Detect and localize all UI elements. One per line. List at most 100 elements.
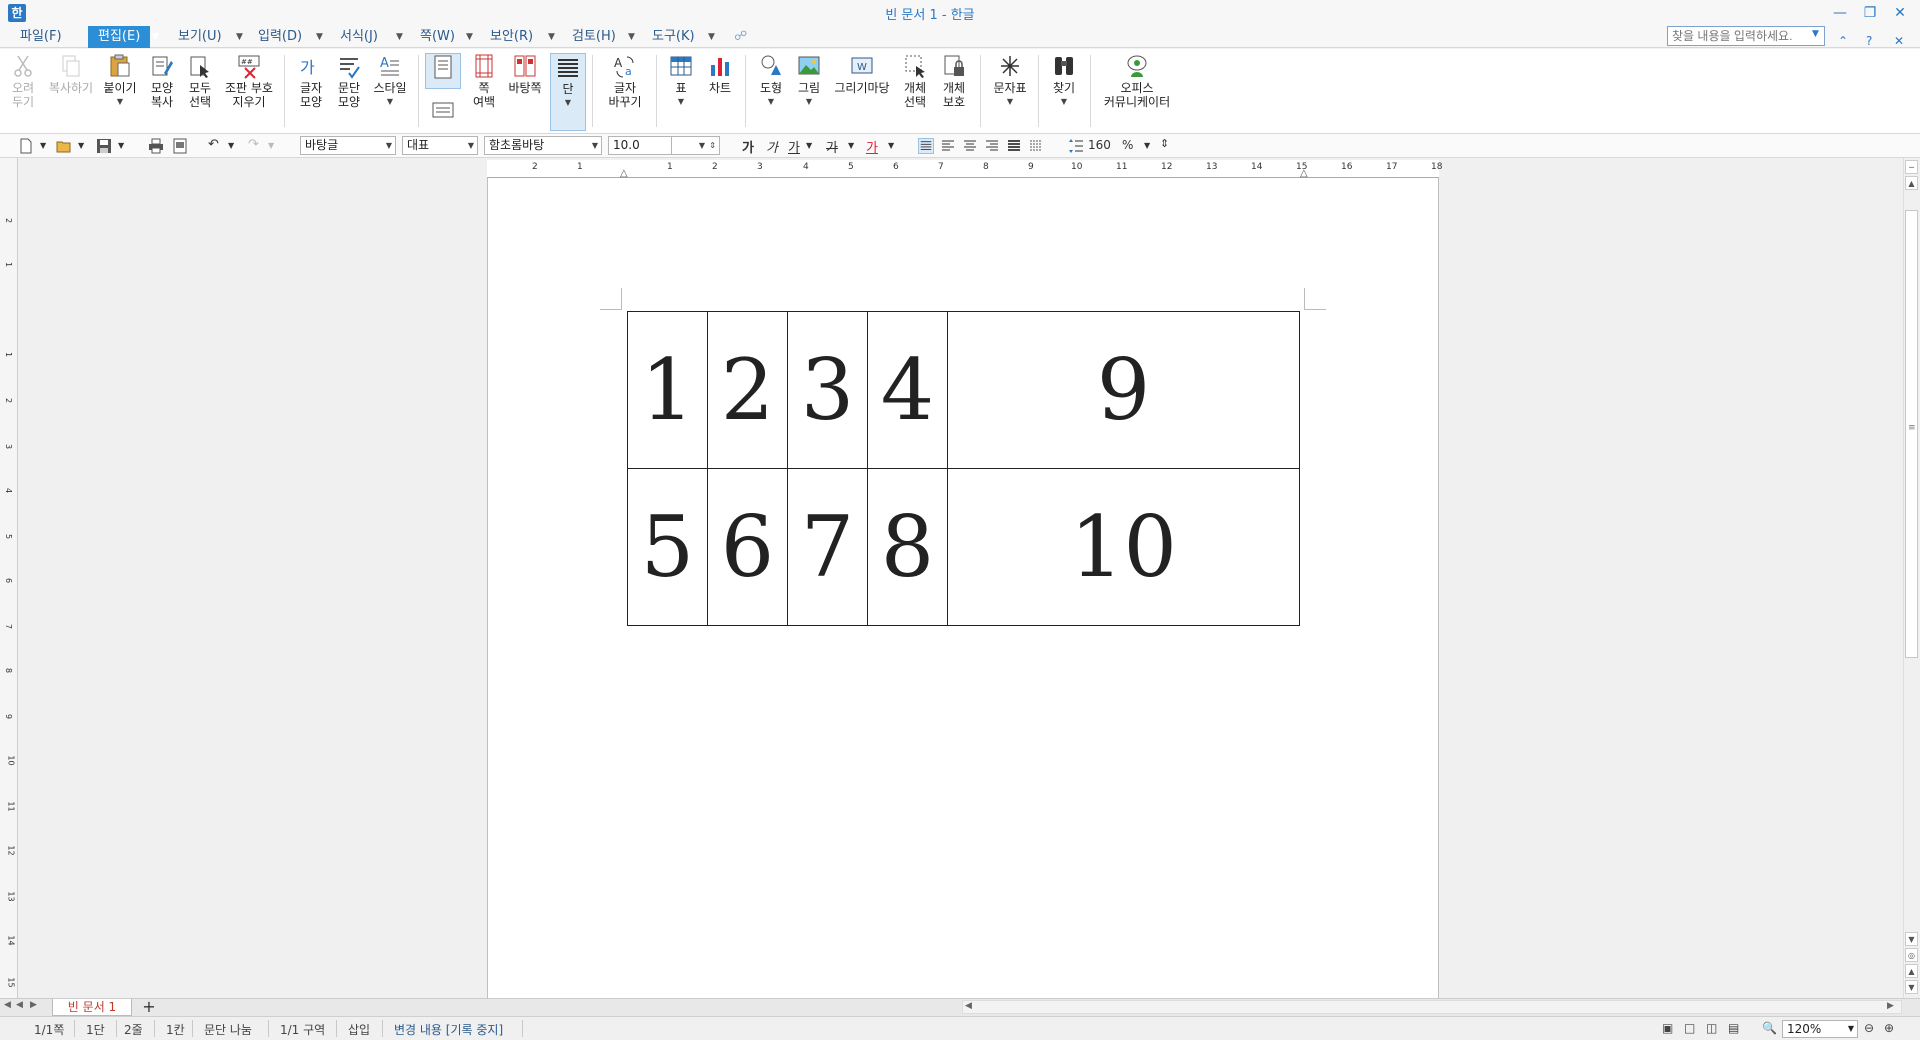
style-combo[interactable]: 바탕글 ▼ bbox=[300, 136, 396, 155]
view-two-page-icon[interactable]: ◫ bbox=[1706, 1021, 1717, 1035]
tab-document-1[interactable]: 빈 문서 1 bbox=[52, 999, 132, 1016]
shape-dropdown-icon[interactable]: ▼ bbox=[754, 95, 788, 109]
picture-button[interactable]: 그림 ▼ bbox=[792, 53, 826, 109]
close-doc-icon[interactable]: ✕ bbox=[1894, 34, 1904, 48]
menu-security[interactable]: 보안(R) bbox=[490, 26, 533, 48]
tab-next-icon[interactable]: ▶ bbox=[30, 1000, 37, 1010]
style-dropdown-icon[interactable]: ▼ bbox=[370, 95, 410, 109]
undo-dropdown-icon[interactable]: ▼ bbox=[228, 141, 234, 150]
underline-icon[interactable]: 가 bbox=[788, 137, 800, 156]
menu-edit-arrow-icon[interactable]: ▼ bbox=[152, 26, 159, 48]
menu-edit[interactable]: 편집(E) bbox=[88, 26, 151, 48]
new-document-icon[interactable] bbox=[18, 138, 34, 154]
help-search-input[interactable] bbox=[1667, 26, 1825, 46]
italic-icon[interactable]: 가 bbox=[766, 137, 778, 156]
prev-page-icon[interactable]: ▲ bbox=[1905, 964, 1918, 978]
table-cell[interactable]: 4 bbox=[867, 311, 948, 469]
align-center-icon[interactable] bbox=[962, 138, 978, 154]
split-handle-icon[interactable]: ─ bbox=[1905, 160, 1918, 174]
table-cell[interactable]: 9 bbox=[947, 311, 1300, 469]
strike-dropdown-icon[interactable]: ▼ bbox=[848, 141, 854, 150]
open-folder-icon[interactable] bbox=[56, 138, 72, 154]
line-unit-dropdown-icon[interactable]: ▼ bbox=[1144, 141, 1150, 150]
page-layout-button[interactable] bbox=[425, 53, 461, 89]
align-justify-icon[interactable] bbox=[918, 138, 934, 154]
language-combo[interactable]: 대표 ▼ bbox=[402, 136, 478, 155]
menu-format-arrow-icon[interactable]: ▼ bbox=[396, 26, 403, 48]
menu-page-arrow-icon[interactable]: ▼ bbox=[466, 26, 473, 48]
picture-dropdown-icon[interactable]: ▼ bbox=[792, 95, 826, 109]
style-button[interactable]: A 스타일 ▼ bbox=[370, 53, 410, 109]
menu-tools[interactable]: 도구(K) bbox=[652, 26, 695, 48]
para-shape-button[interactable]: 문단 모양 bbox=[332, 53, 366, 109]
redo-icon[interactable]: ↷ bbox=[248, 137, 259, 152]
columns-dropdown-icon[interactable]: ▼ bbox=[551, 96, 585, 110]
chart-button[interactable]: 차트 bbox=[704, 53, 736, 95]
menu-review[interactable]: 검토(H) bbox=[572, 26, 616, 48]
find-button[interactable]: 찾기 ▼ bbox=[1046, 53, 1082, 109]
open-dropdown-icon[interactable]: ▼ bbox=[78, 141, 84, 150]
zoom-icon[interactable]: 🔍 bbox=[1762, 1021, 1777, 1035]
drawing-button[interactable]: W 그리기마당 bbox=[830, 53, 894, 95]
add-tab-button[interactable]: + bbox=[140, 998, 158, 1016]
line-spacing-spin-icon[interactable]: ⇕ bbox=[1160, 137, 1169, 150]
restore-button[interactable]: ❐ bbox=[1856, 2, 1884, 24]
table-cell[interactable]: 7 bbox=[787, 468, 868, 626]
office-communicator-button[interactable]: 오피스 커뮤니케이터 bbox=[1098, 53, 1176, 109]
table-cell[interactable]: 2 bbox=[707, 311, 788, 469]
zoom-out-icon[interactable]: ⊖ bbox=[1864, 1021, 1874, 1035]
copy-button[interactable]: 복사하기 bbox=[44, 53, 98, 95]
table-cell[interactable]: 10 bbox=[947, 468, 1300, 626]
redo-dropdown-icon[interactable]: ▼ bbox=[268, 141, 274, 150]
menu-file[interactable]: 파일(F) bbox=[20, 26, 62, 48]
next-page-icon[interactable]: ▼ bbox=[1905, 980, 1918, 994]
scroll-up-icon[interactable]: ▲ bbox=[1905, 176, 1918, 190]
font-unit-combo[interactable]: ▼ ⇕ bbox=[672, 136, 720, 155]
link-icon[interactable]: ☍ bbox=[734, 26, 747, 48]
vertical-ruler[interactable]: 2 1 1 2 3 4 5 6 7 8 9 10 11 12 13 14 15 bbox=[0, 158, 18, 998]
save-icon[interactable] bbox=[96, 138, 112, 154]
font-color-icon[interactable]: 가 bbox=[866, 137, 878, 156]
menu-format[interactable]: 서식(J) bbox=[340, 26, 378, 48]
menu-page[interactable]: 쪽(W) bbox=[420, 26, 455, 48]
scroll-right-icon[interactable]: ▶ bbox=[1887, 1001, 1894, 1011]
help-icon[interactable]: ? bbox=[1866, 34, 1872, 48]
align-right-icon[interactable] bbox=[984, 138, 1000, 154]
distribute-icon[interactable] bbox=[1006, 138, 1022, 154]
table-cell[interactable]: 3 bbox=[787, 311, 868, 469]
table-dropdown-icon[interactable]: ▼ bbox=[666, 95, 696, 109]
status-insert[interactable]: 삽입 bbox=[348, 1021, 370, 1038]
horizontal-ruler[interactable]: 2 1 1 2 3 4 5 6 7 8 9 10 11 12 13 14 15 … bbox=[487, 160, 1442, 179]
undo-icon[interactable]: ↶ bbox=[208, 137, 219, 152]
strike-icon[interactable]: 가 bbox=[826, 137, 838, 156]
protect-object-button[interactable]: 개체 보호 bbox=[936, 53, 972, 109]
tab-prev-icon[interactable]: ◀ bbox=[16, 1000, 23, 1010]
shape-button[interactable]: 도형 ▼ bbox=[754, 53, 788, 109]
horizontal-scrollbar[interactable]: ◀ ▶ bbox=[962, 1000, 1902, 1014]
menu-security-arrow-icon[interactable]: ▼ bbox=[548, 26, 555, 48]
char-map-button[interactable]: 문자표 ▼ bbox=[988, 53, 1032, 109]
font-combo[interactable]: 함초롬바탕 ▼ bbox=[484, 136, 602, 155]
line-spacing-icon[interactable] bbox=[1068, 138, 1084, 154]
paste-dropdown-icon[interactable]: ▼ bbox=[102, 95, 138, 109]
bold-icon[interactable]: 가 bbox=[742, 137, 754, 156]
minimize-button[interactable]: — bbox=[1826, 2, 1854, 24]
status-track-changes[interactable]: 변경 내용 [기록 중지] bbox=[394, 1021, 503, 1038]
columns-button[interactable]: 단 ▼ bbox=[550, 53, 586, 131]
cut-button[interactable]: 오려 두기 bbox=[8, 53, 38, 109]
collapse-ribbon-icon[interactable]: ⌃ bbox=[1838, 34, 1848, 48]
select-all-button[interactable]: 모두 선택 bbox=[183, 53, 217, 109]
master-page-button[interactable]: 바탕쪽 bbox=[504, 53, 546, 95]
char-shape-button[interactable]: 가 글자 모양 bbox=[294, 53, 328, 109]
help-search-dropdown-icon[interactable]: ▼ bbox=[1812, 29, 1819, 39]
table-cell[interactable]: 6 bbox=[707, 468, 788, 626]
view-page-icon[interactable]: □ bbox=[1684, 1021, 1695, 1035]
scroll-down-icon[interactable]: ▼ bbox=[1905, 932, 1918, 946]
vertical-scroll-thumb[interactable]: ≡ bbox=[1905, 210, 1918, 658]
print-icon[interactable] bbox=[148, 138, 164, 154]
menu-insert[interactable]: 입력(D) bbox=[258, 26, 302, 48]
zoom-in-icon[interactable]: ⊕ bbox=[1884, 1021, 1894, 1035]
status-page[interactable]: 1/1쪽 bbox=[34, 1021, 64, 1038]
table-cell[interactable]: 5 bbox=[627, 468, 708, 626]
new-dropdown-icon[interactable]: ▼ bbox=[40, 141, 46, 150]
